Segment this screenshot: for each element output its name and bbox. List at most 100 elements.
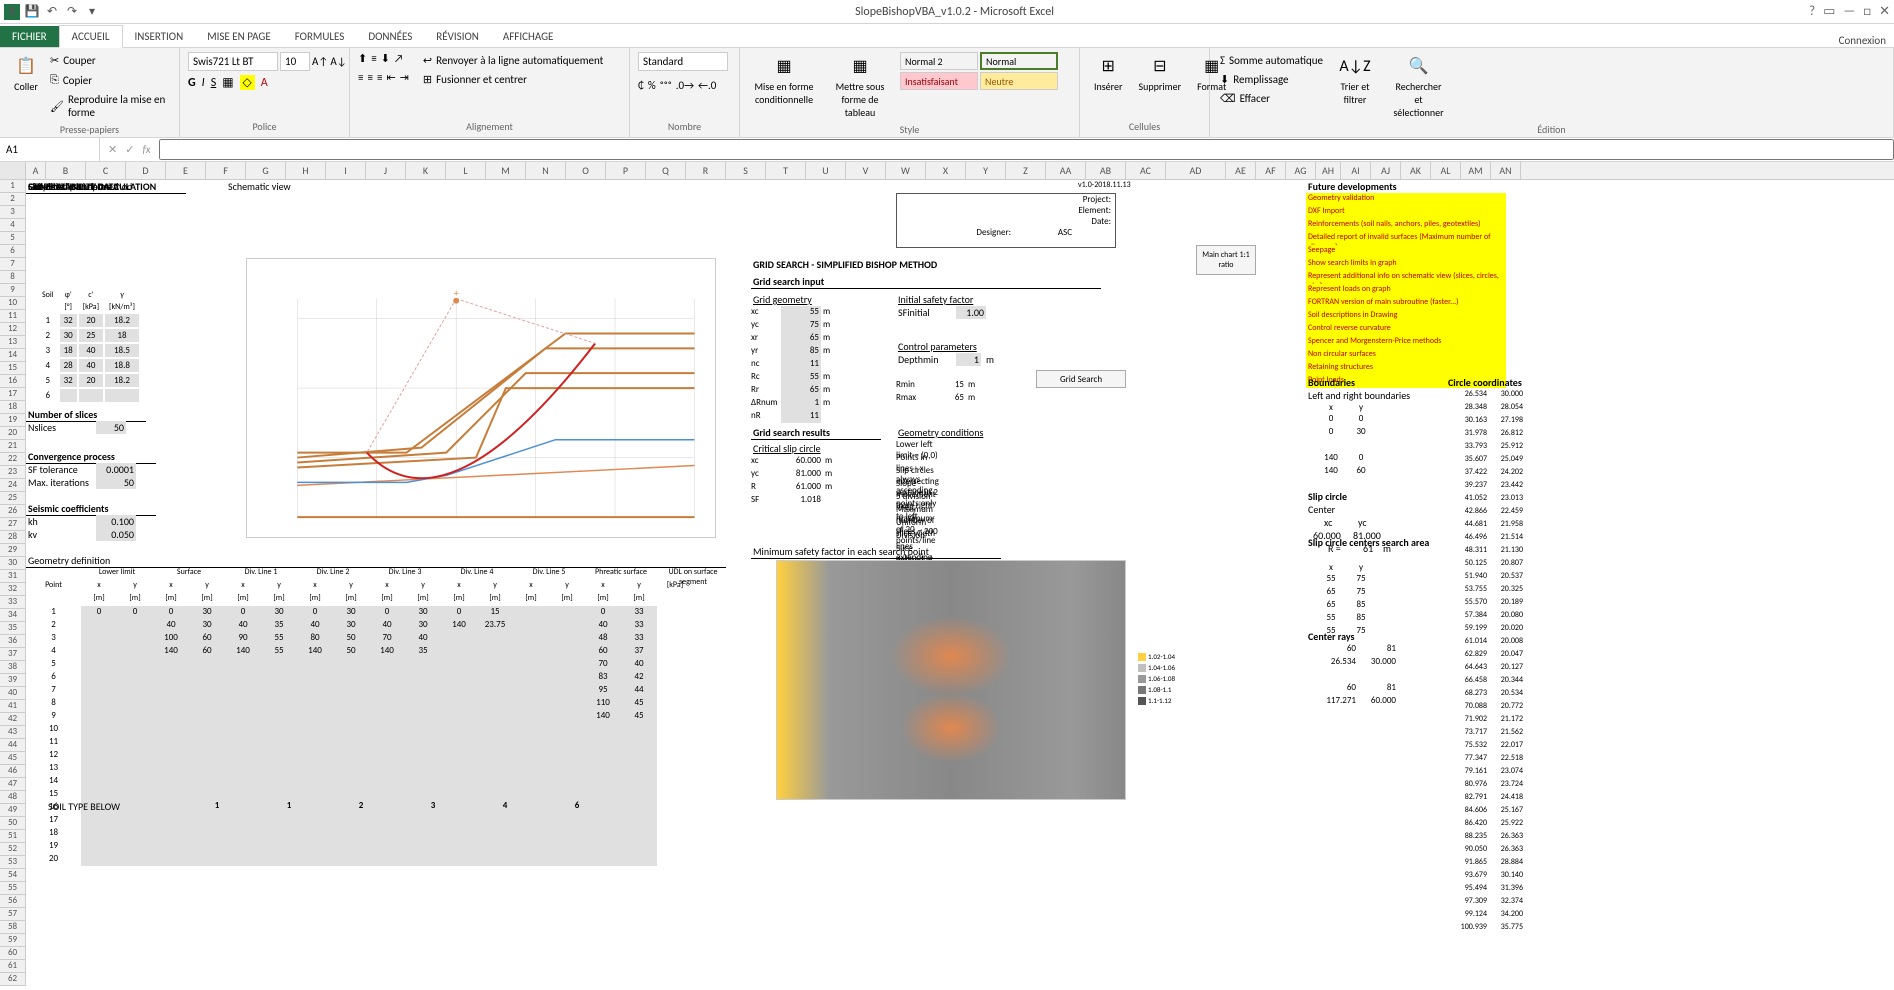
row-header[interactable]: 49	[0, 804, 25, 817]
row-header[interactable]: 45	[0, 752, 25, 765]
col-header[interactable]: M	[486, 162, 526, 179]
fx-icon[interactable]: fx	[142, 143, 150, 156]
align-left-icon[interactable]: ≡	[358, 71, 363, 84]
row-header[interactable]: 34	[0, 609, 25, 622]
name-box[interactable]: A1	[0, 138, 100, 161]
fill-color-button[interactable]: ◇	[240, 75, 255, 90]
row-header[interactable]: 11	[0, 310, 25, 323]
percent-icon[interactable]: %	[648, 79, 656, 92]
border-button[interactable]: ▦	[222, 75, 233, 90]
autosum-button[interactable]: ΣSomme automatique	[1218, 52, 1325, 69]
main-chart-button[interactable]: Main chart 1:1 ratio	[1196, 245, 1256, 275]
row-header[interactable]: 47	[0, 778, 25, 791]
wrap-text-button[interactable]: ↩Renvoyer à la ligne automatiquement	[421, 52, 605, 69]
style-normal2[interactable]: Normal 2	[900, 52, 978, 70]
row-header[interactable]: 21	[0, 440, 25, 453]
tab-review[interactable]: RÉVISION	[424, 26, 491, 47]
col-header[interactable]: AL	[1431, 162, 1461, 179]
inc-decimal-icon[interactable]: .0→	[676, 79, 694, 92]
row-header[interactable]: 5	[0, 232, 25, 245]
row-header[interactable]: 48	[0, 791, 25, 804]
col-header[interactable]: G	[246, 162, 286, 179]
col-header[interactable]: Z	[1006, 162, 1046, 179]
login-link[interactable]: Connexion	[1839, 34, 1894, 47]
ribbon-toggle-icon[interactable]: ▭	[1823, 4, 1835, 19]
row-header[interactable]: 18	[0, 401, 25, 414]
currency-icon[interactable]: ₵	[638, 79, 644, 92]
col-header[interactable]: T	[766, 162, 806, 179]
row-header[interactable]: 29	[0, 544, 25, 557]
row-header[interactable]: 41	[0, 700, 25, 713]
align-mid-icon[interactable]: ≡	[371, 52, 376, 65]
tab-view[interactable]: AFFICHAGE	[491, 26, 566, 47]
row-header[interactable]: 43	[0, 726, 25, 739]
sort-filter-button[interactable]: A↓ZTrier et filtrer	[1329, 52, 1381, 108]
row-header[interactable]: 50	[0, 817, 25, 830]
col-header[interactable]: AJ	[1371, 162, 1401, 179]
row-header[interactable]: 31	[0, 570, 25, 583]
col-header[interactable]: AF	[1256, 162, 1286, 179]
row-header[interactable]: 57	[0, 908, 25, 921]
number-format-select[interactable]: Standard	[638, 52, 728, 71]
tab-insert[interactable]: INSERTION	[123, 26, 196, 47]
row-header[interactable]: 53	[0, 856, 25, 869]
col-header[interactable]: W	[886, 162, 926, 179]
italic-button[interactable]: I	[202, 76, 205, 90]
dec-decimal-icon[interactable]: ←.0	[698, 79, 716, 92]
row-header[interactable]: 6	[0, 245, 25, 258]
redo-icon[interactable]: ↷	[64, 4, 80, 20]
orientation-icon[interactable]: ↗	[394, 52, 404, 65]
col-header[interactable]: F	[206, 162, 246, 179]
undo-icon[interactable]: ↶	[44, 4, 60, 20]
row-header[interactable]: 42	[0, 713, 25, 726]
row-header[interactable]: 19	[0, 414, 25, 427]
tab-data[interactable]: DONNÉES	[356, 26, 424, 47]
style-bad[interactable]: Insatisfaisant	[900, 72, 978, 90]
col-header[interactable]: I	[326, 162, 366, 179]
delete-cells-button[interactable]: ⊟Supprimer	[1132, 52, 1187, 95]
find-select-button[interactable]: 🔍Rechercher et sélectionner	[1385, 52, 1452, 121]
row-header[interactable]: 12	[0, 323, 25, 336]
font-color-button[interactable]: A	[261, 76, 268, 90]
row-header[interactable]: 2	[0, 193, 25, 206]
row-header[interactable]: 1	[0, 180, 25, 193]
col-header[interactable]: C	[86, 162, 126, 179]
cut-button[interactable]: ✂Couper	[48, 52, 171, 69]
row-header[interactable]: 56	[0, 895, 25, 908]
cond-format-button[interactable]: ▦Mise en forme conditionnelle	[748, 52, 820, 108]
row-header[interactable]: 3	[0, 206, 25, 219]
row-header[interactable]: 51	[0, 830, 25, 843]
insert-cells-button[interactable]: ⊞Insérer	[1088, 52, 1128, 95]
col-header[interactable]: O	[566, 162, 606, 179]
indent-dec-icon[interactable]: ⇤	[386, 71, 395, 84]
close-icon[interactable]: ✕	[1879, 4, 1890, 19]
col-header[interactable]: Q	[646, 162, 686, 179]
row-header[interactable]: 61	[0, 960, 25, 973]
row-header[interactable]: 8	[0, 271, 25, 284]
col-header[interactable]: AG	[1286, 162, 1316, 179]
col-header[interactable]: AA	[1046, 162, 1086, 179]
row-header[interactable]: 10	[0, 297, 25, 310]
row-header[interactable]: 38	[0, 661, 25, 674]
merge-center-button[interactable]: ⊞Fusionner et centrer	[421, 71, 605, 88]
row-header[interactable]: 24	[0, 479, 25, 492]
row-header[interactable]: 26	[0, 505, 25, 518]
row-header[interactable]: 22	[0, 453, 25, 466]
col-header[interactable]: AC	[1126, 162, 1166, 179]
row-header[interactable]: 30	[0, 557, 25, 570]
row-header[interactable]: 36	[0, 635, 25, 648]
row-header[interactable]: 52	[0, 843, 25, 856]
col-header[interactable]: K	[406, 162, 446, 179]
row-header[interactable]: 9	[0, 284, 25, 297]
col-header[interactable]: AK	[1401, 162, 1431, 179]
fill-button[interactable]: ⬇Remplissage	[1218, 71, 1325, 88]
decrease-font-icon[interactable]: A↓	[330, 55, 346, 68]
col-header[interactable]: AI	[1341, 162, 1371, 179]
col-header[interactable]: B	[46, 162, 86, 179]
col-header[interactable]: V	[846, 162, 886, 179]
col-header[interactable]: J	[366, 162, 406, 179]
row-header[interactable]: 54	[0, 869, 25, 882]
row-header[interactable]: 62	[0, 973, 25, 986]
style-normal[interactable]: Normal	[980, 52, 1058, 70]
col-header[interactable]: X	[926, 162, 966, 179]
